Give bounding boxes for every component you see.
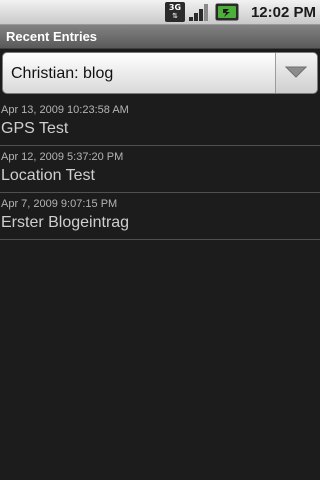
entry-title: Erster Blogeintrag	[1, 214, 130, 231]
entry-date: Apr 7, 2009 9:07:15 PM	[1, 198, 118, 210]
entry-list: Apr 13, 2009 10:23:58 AM GPS Test Apr 12…	[0, 99, 320, 240]
entry-title: Location Test	[1, 167, 95, 184]
list-item[interactable]: Apr 12, 2009 5:37:20 PM Location Test	[0, 146, 320, 193]
dropdown-button[interactable]	[275, 53, 317, 93]
battery-charging-icon	[215, 3, 239, 21]
3g-network-icon: 3G ⇅	[165, 2, 185, 22]
blog-selector-dropdown[interactable]: Christian: blog	[2, 52, 318, 94]
list-item[interactable]: Apr 13, 2009 10:23:58 AM GPS Test	[0, 99, 320, 146]
chevron-down-icon	[285, 66, 307, 78]
list-item[interactable]: Apr 7, 2009 9:07:15 PM Erster Blogeintra…	[0, 193, 320, 240]
title-bar: Recent Entries	[0, 25, 320, 49]
entry-date: Apr 12, 2009 5:37:20 PM	[1, 151, 124, 163]
data-activity-icon: ⇅	[172, 12, 178, 20]
status-bar: 3G ⇅ 12:02 PM	[0, 0, 320, 25]
selected-blog-label: Christian: blog	[11, 65, 114, 82]
entry-date: Apr 13, 2009 10:23:58 AM	[1, 104, 129, 116]
network-type-label: 3G	[168, 3, 182, 12]
status-time: 12:02 PM	[250, 4, 316, 21]
entry-title: GPS Test	[1, 120, 69, 137]
signal-strength-icon	[189, 4, 208, 21]
page-title: Recent Entries	[6, 29, 98, 44]
